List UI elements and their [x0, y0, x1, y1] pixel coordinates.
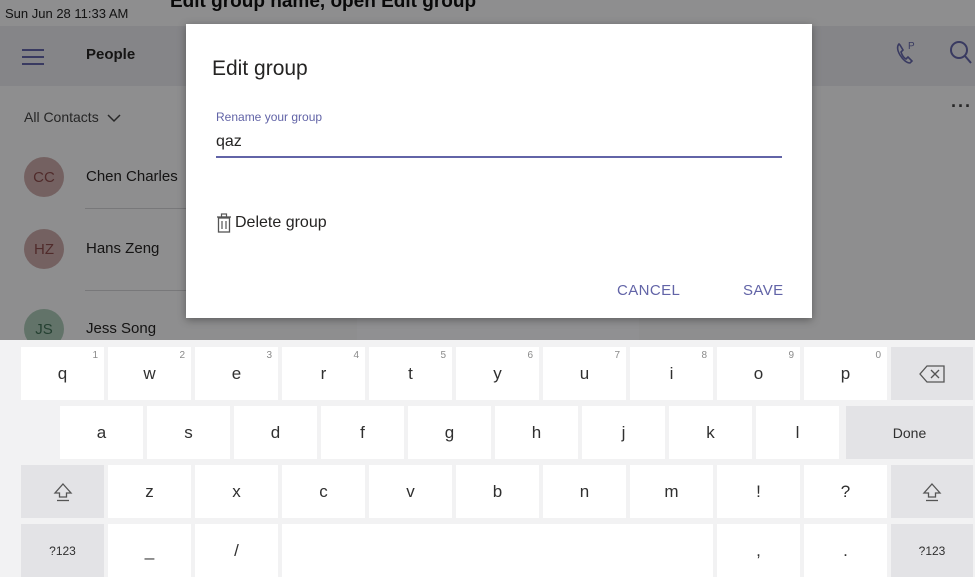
key-c[interactable]: c — [282, 465, 365, 518]
key-r[interactable]: r4 — [282, 347, 365, 400]
key-k[interactable]: k — [669, 406, 752, 459]
key-z[interactable]: z — [108, 465, 191, 518]
key-underscore[interactable]: _ — [108, 524, 191, 577]
key-e[interactable]: e3 — [195, 347, 278, 400]
key-m[interactable]: m — [630, 465, 713, 518]
key-w[interactable]: w2 — [108, 347, 191, 400]
key-p[interactable]: p0 — [804, 347, 887, 400]
symbols-key-right[interactable]: ?123 — [891, 524, 973, 577]
key-comma[interactable]: , — [717, 524, 800, 577]
key-x[interactable]: x — [195, 465, 278, 518]
edit-group-dialog: Edit group Rename your group Delete grou… — [186, 24, 812, 318]
key-f[interactable]: f — [321, 406, 404, 459]
key-g[interactable]: g — [408, 406, 491, 459]
key-a[interactable]: a — [60, 406, 143, 459]
key-d[interactable]: d — [234, 406, 317, 459]
key-o[interactable]: o9 — [717, 347, 800, 400]
key-y[interactable]: y6 — [456, 347, 539, 400]
key-u[interactable]: u7 — [543, 347, 626, 400]
backspace-key[interactable] — [891, 347, 973, 400]
key-l[interactable]: l — [756, 406, 839, 459]
save-button[interactable]: SAVE — [743, 282, 784, 299]
key-b[interactable]: b — [456, 465, 539, 518]
delete-group-label: Delete group — [235, 214, 327, 231]
done-key[interactable]: Done — [846, 406, 973, 459]
dialog-title: Edit group — [212, 57, 308, 80]
key-exclamation[interactable]: ! — [717, 465, 800, 518]
on-screen-keyboard: q1 w2 e3 r4 t5 y6 u7 i8 o9 p0 a s d f g … — [0, 340, 975, 577]
group-name-input[interactable] — [216, 128, 782, 158]
key-n[interactable]: n — [543, 465, 626, 518]
symbols-key-left[interactable]: ?123 — [21, 524, 104, 577]
space-key[interactable] — [282, 524, 713, 577]
shift-icon — [922, 482, 942, 501]
backspace-icon — [919, 364, 945, 383]
key-h[interactable]: h — [495, 406, 578, 459]
key-i[interactable]: i8 — [630, 347, 713, 400]
shift-icon — [53, 482, 72, 501]
delete-group-button[interactable]: Delete group — [216, 211, 327, 235]
trash-icon — [217, 213, 231, 233]
key-slash[interactable]: / — [195, 524, 278, 577]
shift-key-right[interactable] — [891, 465, 973, 518]
key-j[interactable]: j — [582, 406, 665, 459]
key-period[interactable]: . — [804, 524, 887, 577]
key-s[interactable]: s — [147, 406, 230, 459]
shift-key-left[interactable] — [21, 465, 104, 518]
key-question[interactable]: ? — [804, 465, 887, 518]
cancel-button[interactable]: CANCEL — [617, 282, 680, 299]
key-q[interactable]: q1 — [21, 347, 104, 400]
key-t[interactable]: t5 — [369, 347, 452, 400]
rename-label: Rename your group — [216, 110, 323, 124]
key-v[interactable]: v — [369, 465, 452, 518]
